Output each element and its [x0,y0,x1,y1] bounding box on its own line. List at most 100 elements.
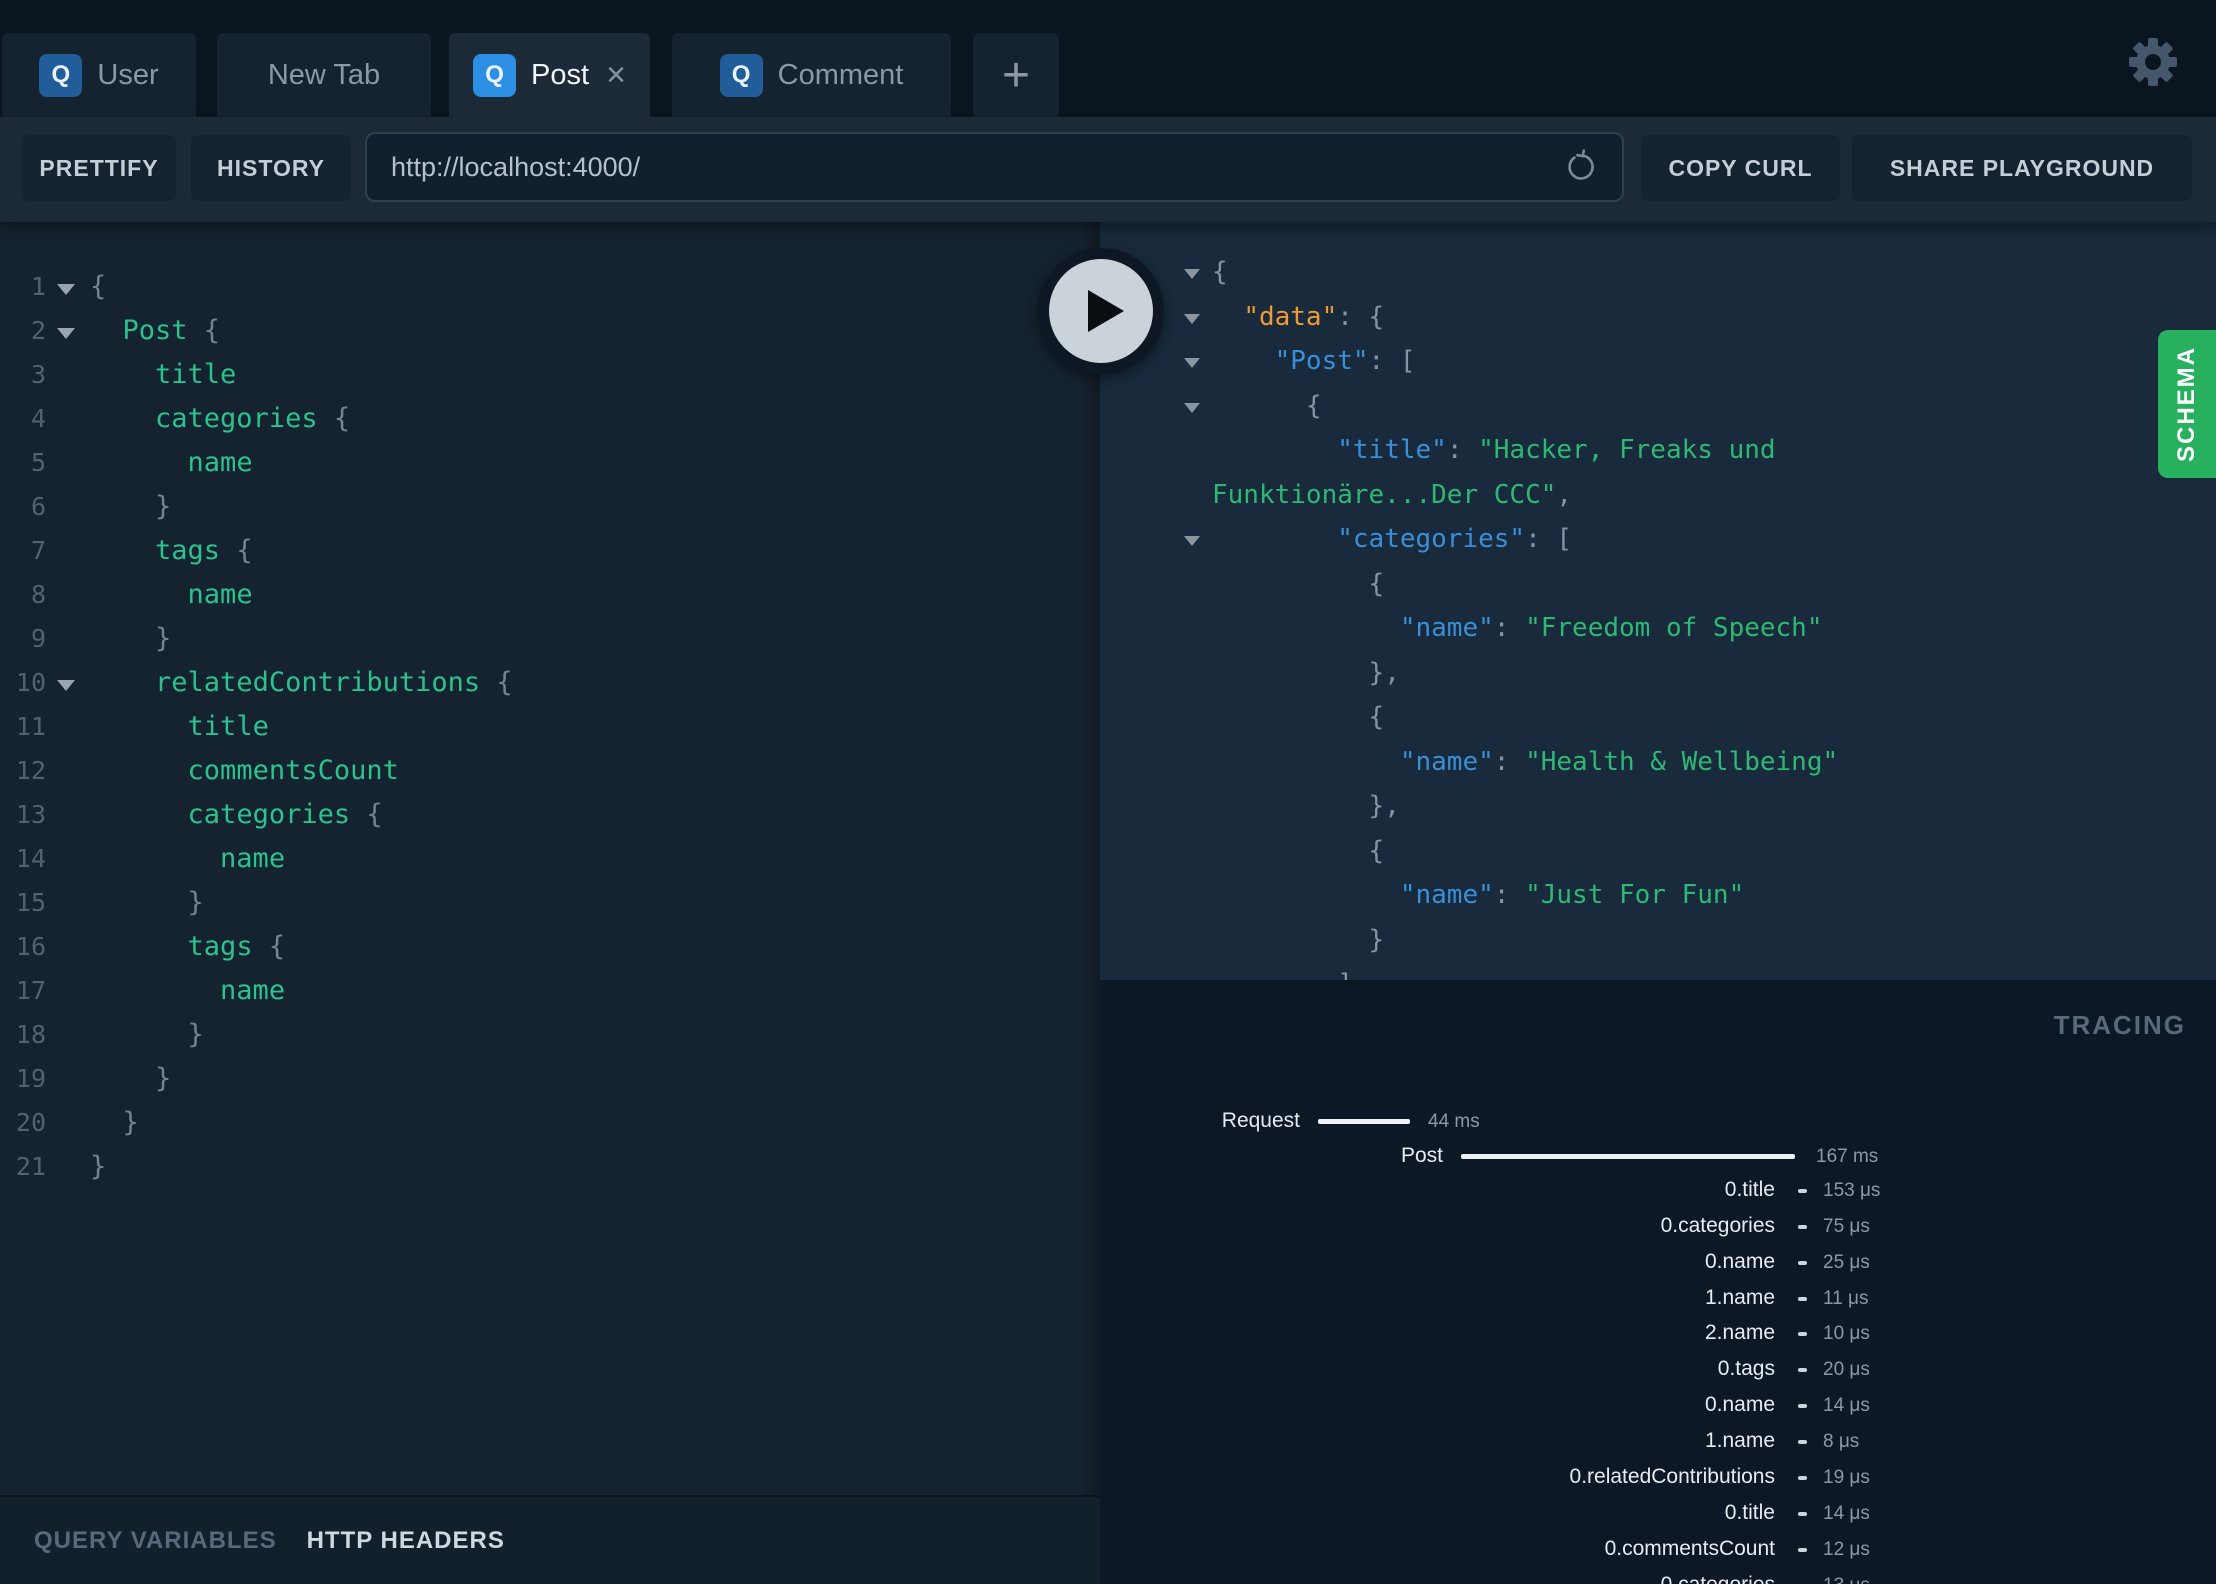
query-line-text: title [155,359,237,390]
line-number: 5 [30,448,46,477]
query-badge: Q [719,53,763,97]
trace-duration-bar [1461,1154,1795,1159]
tab-comment[interactable]: Q Comment [672,33,951,117]
tracing-title: TRACING [2053,1010,2186,1040]
trace-label: 0.title [1724,1501,1775,1524]
response-line-7: "categories": [ [1100,517,2216,562]
graphql-playground-window: Q User New Tab Q Post × Q Comment + PRETTIFY HI… [0,0,2216,1584]
tab-post[interactable]: Q Post × [449,33,650,117]
fold-arrow-icon[interactable] [57,328,75,339]
trace-row-0-categories: 0.categories 75 μs [1100,1211,2216,1241]
query-line-2: 2 Post { [0,309,1100,353]
query-line-19: 19 } [0,1057,1100,1101]
trace-label: 1.name [1704,1429,1775,1452]
trace-duration-bar [1798,1512,1807,1516]
line-number: 1 [30,272,46,301]
query-line-3: 3 title [0,353,1100,397]
trace-time: 12 μs [1823,1539,1870,1560]
history-button[interactable]: HISTORY [191,135,351,201]
endpoint-url-bar[interactable]: http://localhost:4000/ [365,132,1624,202]
query-line-text: } [187,887,204,918]
response-pane: { "data": { "Post": [ { "title": "Hacker… [1100,222,2216,980]
http-headers-tab[interactable]: HTTP HEADERS [307,1527,505,1555]
fold-arrow-icon[interactable] [1184,358,1200,368]
query-line-12: 12 commentsCount [0,749,1100,793]
query-line-text: relatedContributions { [155,667,513,698]
response-line-13: }, [1368,791,1400,821]
trace-label: 0.categories [1661,1570,1775,1584]
fold-arrow-icon[interactable] [1184,269,1200,279]
endpoint-input[interactable]: http://localhost:4000/ [391,152,1562,183]
editor-bottom-bar: QUERY VARIABLES HTTP HEADERS [0,1495,1100,1584]
trace-duration-bar [1798,1368,1807,1372]
response-line-1: { [1100,250,2216,295]
response-json: { "data": { "Post": [ { "title": "Hacker… [1100,222,2216,980]
settings-gear-icon[interactable] [2125,34,2181,90]
query-line-text: } [187,1019,204,1050]
trace-label: 2.name [1704,1321,1775,1344]
query-line-1: 1{ [0,265,1100,309]
schema-tab-label: SCHEMA [2173,345,2200,462]
trace-time: 44 ms [1428,1111,1480,1132]
line-number: 10 [15,668,46,697]
line-number: 3 [30,360,46,389]
line-number: 6 [30,492,46,521]
query-editor[interactable]: 1{2 Post {3 title 4 categories {5 name 6 }… [0,222,1100,1495]
fold-arrow-icon[interactable] [1184,536,1200,546]
trace-duration-bar [1798,1189,1807,1193]
line-number: 17 [15,976,46,1005]
line-number: 9 [30,624,46,653]
trace-label: 0.categories [1660,1214,1775,1237]
copy-curl-button[interactable]: COPY CURL [1641,135,1840,201]
prettify-button[interactable]: PRETTIFY [22,135,176,201]
trace-label: Post [1400,1144,1443,1167]
trace-time: 8 μs [1823,1431,1860,1452]
response-line-16: } [1368,924,1385,955]
trace-label: 0.name [1704,1250,1775,1273]
tab-label: Comment [777,58,904,91]
response-line-3: "Post": [ [1100,339,2216,384]
fold-arrow-icon[interactable] [57,680,75,691]
schema-tab[interactable]: SCHEMA [2158,330,2216,478]
share-playground-button[interactable]: SHARE PLAYGROUND [1852,135,2192,201]
execute-query-button[interactable] [1038,248,1164,374]
query-variables-tab[interactable]: QUERY VARIABLES [34,1527,277,1555]
query-line-17: 17 name [0,969,1100,1013]
query-line-text: } [90,1151,107,1182]
tracing-panel: TRACING Request 44 ms Post 167 ms 0.title 153… [1100,980,2216,1584]
reload-schema-icon[interactable] [1562,149,1598,185]
trace-row-0-relatedContributions: 0.relatedContributions 19 μs [1100,1462,2216,1492]
tab-user[interactable]: Q User [2,33,196,117]
trace-label: 1.name [1704,1286,1775,1309]
query-line-5: 5 name [0,441,1100,485]
fold-arrow-icon[interactable] [57,284,75,295]
query-line-text: name [187,447,253,478]
trace-row-0-name: 0.name 14 μs [1100,1390,2216,1420]
trace-time: 20 μs [1823,1359,1870,1380]
trace-label: 0.relatedContributions [1569,1465,1775,1488]
trace-duration-bar [1798,1332,1807,1336]
tab-label: New Tab [267,58,381,91]
trace-row-1-name: 1.name 11 μs [1100,1283,2216,1313]
response-line-11: { [1368,702,1385,732]
fold-arrow-icon[interactable] [1184,313,1200,324]
trace-duration-bar [1798,1261,1807,1265]
query-line-text: } [155,1063,172,1094]
trace-row-0-title: 0.title 153 μs [1100,1175,2216,1205]
tab-new-tab[interactable]: New Tab [217,33,431,117]
new-tab-button[interactable]: + [973,33,1059,117]
trace-time: 14 μs [1823,1503,1870,1524]
response-line-14: { [1368,835,1385,866]
close-icon[interactable]: × [606,58,626,92]
fold-arrow-icon[interactable] [1184,402,1200,413]
response-line-15: "name": "Just For Fun" [1399,880,1745,910]
line-number: 19 [15,1064,46,1093]
toolbar: PRETTIFY HISTORY http://localhost:4000/ … [0,117,2216,222]
query-line-text: name [220,843,286,874]
response-line-9: "name": "Freedom of Speech" [1399,613,1823,643]
query-line-text: tags { [187,931,286,962]
query-line-16: 16 tags { [0,925,1100,969]
query-line-text: } [155,623,172,654]
response-line-4: { [1100,384,2216,429]
query-line-9: 9 } [0,617,1100,661]
